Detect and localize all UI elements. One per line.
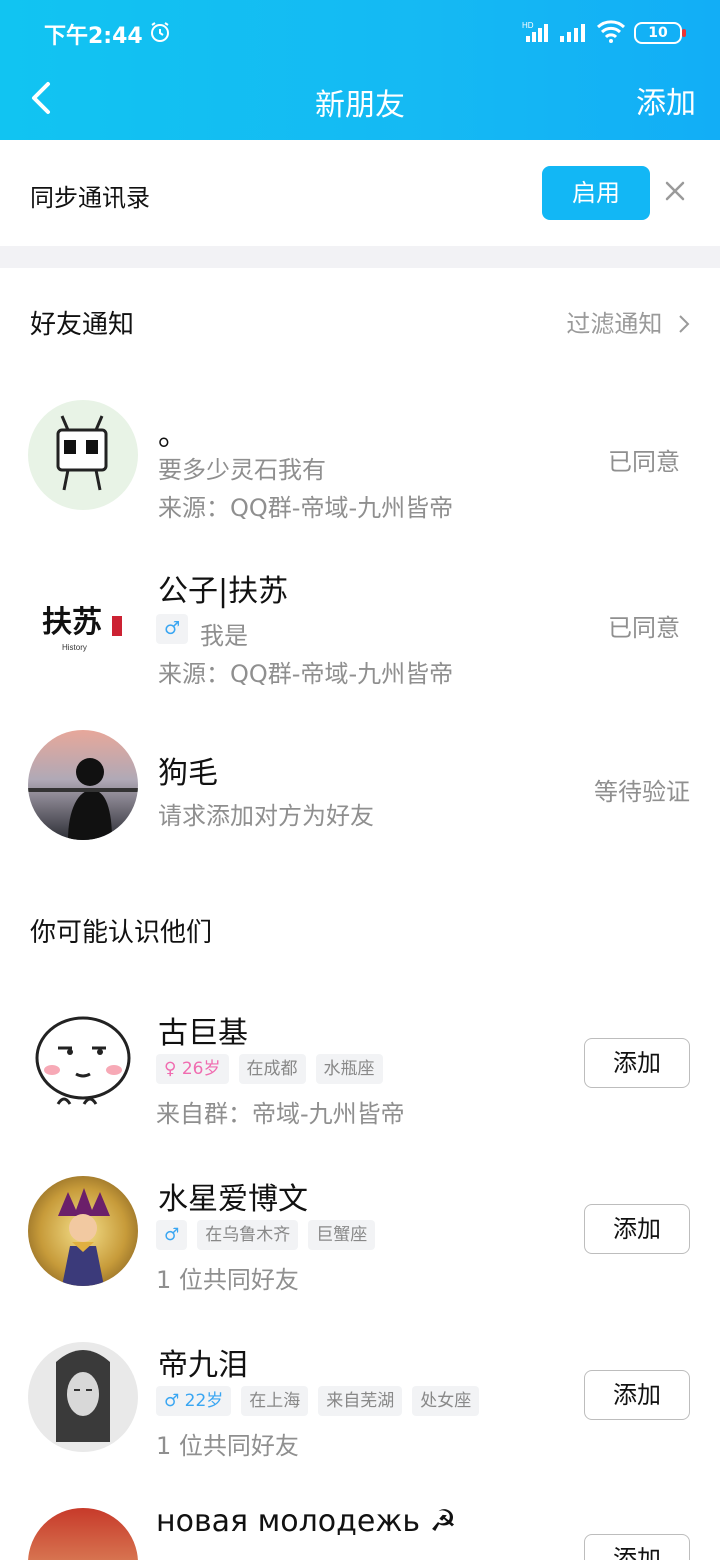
avatar xyxy=(28,1342,138,1452)
location-tag: 在乌鲁木齐 xyxy=(197,1220,299,1250)
svg-text:扶苏: 扶苏 xyxy=(42,605,102,640)
suggestion-tags: ♂ 22岁 在上海 来自芜湖 处女座 xyxy=(156,1386,480,1416)
avatar xyxy=(28,1176,138,1286)
sketch-avatar-image xyxy=(56,1350,110,1442)
hometown-tag: 来自芜湖 xyxy=(318,1386,403,1416)
battery-icon: 10 xyxy=(634,22,686,44)
add-suggestion-button[interactable]: 添加 xyxy=(584,1204,690,1254)
svg-text:HD: HD xyxy=(522,21,534,30)
notice-name: 狗毛 xyxy=(158,756,218,791)
add-suggestion-button[interactable]: 添加 xyxy=(584,1370,690,1420)
notice-message: 我是 xyxy=(200,622,248,650)
suggestion-item[interactable]: новая молодежь ☭ 添加 xyxy=(0,1498,720,1560)
notice-status: 等待验证 xyxy=(594,778,690,806)
wifi-icon xyxy=(596,20,626,43)
notice-status: 已同意 xyxy=(608,614,680,642)
avatar xyxy=(28,730,138,840)
location-tag: 在成都 xyxy=(238,1054,306,1084)
signal-hd-icon: HD xyxy=(522,21,548,42)
suggestion-item[interactable]: 水星爱博文 ♂ 在乌鲁木齐 巨蟹座 1 位共同好友 添加 xyxy=(0,1166,720,1316)
notice-source: 来源：QQ群-帝域-九州皆帝 xyxy=(158,494,454,522)
chevron-right-icon xyxy=(679,315,690,333)
friend-notices-title: 好友通知 xyxy=(30,310,135,340)
notice-status: 已同意 xyxy=(608,448,680,476)
zodiac-tag: 巨蟹座 xyxy=(308,1220,376,1250)
status-time: 下午2:44 xyxy=(44,24,143,49)
add-suggestion-button[interactable]: 添加 xyxy=(584,1038,690,1088)
calligraphy-avatar-image: 扶苏 History xyxy=(42,605,122,652)
avatar: 扶苏 History xyxy=(28,566,138,676)
suggestions-title: 你可能认识他们 xyxy=(30,918,213,948)
suggestion-detail: 1 位共同好友 xyxy=(156,1432,299,1460)
status-bar: 下午2:44 HD 10 xyxy=(0,0,720,64)
anime-avatar-image xyxy=(58,1188,110,1286)
suggestion-tags: ♂ 在乌鲁木齐 巨蟹座 xyxy=(156,1220,376,1250)
suggestion-name: новая молодежь ☭ xyxy=(156,1504,457,1539)
suggestion-name: 古巨基 xyxy=(158,1016,248,1051)
notice-source: 来源：QQ群-帝域-九州皆帝 xyxy=(158,660,454,688)
filter-notices-label: 过滤通知 xyxy=(566,310,663,338)
age-tag: ♂ 22岁 xyxy=(156,1386,232,1416)
age-tag: ♀ 26岁 xyxy=(156,1054,229,1084)
notice-tags: ♂ xyxy=(156,614,189,644)
top-bar: 下午2:44 HD 10 新朋友 添加 xyxy=(0,0,720,140)
signal-icon xyxy=(560,24,585,42)
close-icon[interactable] xyxy=(662,178,688,204)
add-suggestion-button[interactable]: 添加 xyxy=(584,1534,690,1560)
svg-text:History: History xyxy=(62,643,87,652)
notice-name: 公子|扶苏 xyxy=(158,574,289,609)
notice-message: 要多少灵石我有 xyxy=(158,456,326,484)
avatar xyxy=(28,400,138,510)
sync-contacts-label: 同步通讯录 xyxy=(30,184,150,212)
notice-item[interactable]: 扶苏 History 公子|扶苏 ♂ 我是 来源：QQ群-帝域-九州皆帝 已同意 xyxy=(0,546,720,696)
robot-avatar-image xyxy=(56,415,108,491)
add-friend-button[interactable]: 添加 xyxy=(636,78,696,122)
filter-notices-link[interactable]: 过滤通知 xyxy=(566,304,690,339)
alarm-icon xyxy=(151,22,169,42)
avatar xyxy=(28,1008,138,1118)
zodiac-tag: 水瓶座 xyxy=(315,1054,383,1084)
avatar xyxy=(28,1508,138,1560)
suggestion-name: 帝九泪 xyxy=(158,1348,248,1383)
suggestion-item[interactable]: 帝九泪 ♂ 22岁 在上海 来自芜湖 处女座 1 位共同好友 添加 xyxy=(0,1332,720,1482)
notice-name: 。 xyxy=(158,418,188,453)
section-divider xyxy=(0,246,720,268)
zodiac-tag: 处女座 xyxy=(412,1386,480,1416)
suggestion-item[interactable]: 古巨基 ♀ 26岁 在成都 水瓶座 来自群：帝域-九州皆帝 添加 xyxy=(0,1000,720,1150)
notice-item[interactable]: 。 要多少灵石我有 来源：QQ群-帝域-九州皆帝 已同意 xyxy=(0,380,720,530)
notice-item[interactable]: 狗毛 请求添加对方为好友 等待验证 xyxy=(0,712,720,852)
enable-button[interactable]: 启用 xyxy=(542,166,650,220)
location-tag: 在上海 xyxy=(241,1386,309,1416)
notice-message: 请求添加对方为好友 xyxy=(158,802,374,830)
gender-tag: ♂ xyxy=(156,614,189,644)
cartoon-face-avatar-image xyxy=(35,1016,131,1105)
page-title: 新朋友 xyxy=(315,88,405,123)
suggestion-tags: ♀ 26岁 在成都 水瓶座 xyxy=(156,1054,383,1084)
nav-bar: 新朋友 添加 xyxy=(0,64,720,140)
gender-tag: ♂ xyxy=(156,1220,188,1250)
suggestion-detail: 1 位共同好友 xyxy=(156,1266,299,1294)
suggestion-name: 水星爱博文 xyxy=(158,1182,308,1217)
sync-contacts-row: 同步通讯录 启用 xyxy=(0,140,720,246)
suggestion-detail: 来自群：帝域-九州皆帝 xyxy=(156,1100,405,1128)
silhouette-avatar-image xyxy=(28,758,138,840)
